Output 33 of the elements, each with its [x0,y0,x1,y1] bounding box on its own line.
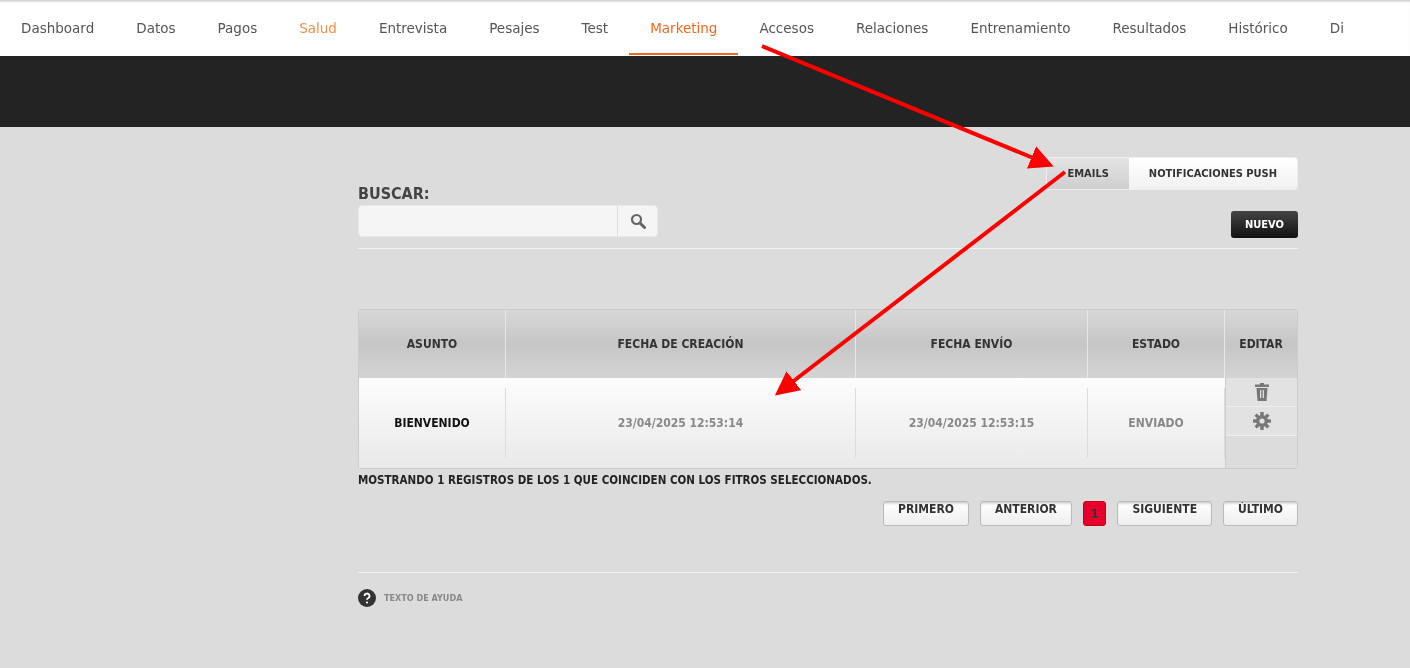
nav-tab[interactable]: Entrevista [357,0,469,55]
nav-tab[interactable]: Histórico [1207,0,1309,55]
pagination-button[interactable]: SIGUIENTE [1117,501,1213,526]
gear-icon [1252,412,1271,430]
nav-tab[interactable]: Di [1308,0,1365,55]
table-cell: 23/04/2025 12:53:14 [506,388,856,458]
help-icon [358,589,376,607]
nav-tab[interactable]: Entrenamiento [949,0,1092,55]
search-label: BUSCAR: [358,184,431,203]
channel-tab[interactable]: NOTIFICACIONES PUSH [1128,158,1297,189]
table-cell: 23/04/2025 12:53:15 [856,388,1088,458]
nav-tab[interactable]: Accesos [738,0,835,55]
help-text: TEXTO DE AYUDA [384,593,463,603]
delete-button[interactable] [1226,378,1297,407]
results-summary: MOSTRANDO 1 REGISTROS DE LOS 1 QUE COINCIDEN CON LOS FITROS SELECCIONADOS. [358,473,873,487]
channel-tab[interactable]: EMAILS [1047,158,1129,189]
new-button[interactable]: NUEVO [1231,211,1298,238]
nav-tab[interactable]: Pagos [196,0,279,55]
table-cell: BIENVENIDO [359,388,506,458]
search-icon [629,213,646,229]
nav-tab[interactable]: Resultados [1091,0,1208,55]
nav-tab[interactable]: Pesajes [468,0,561,55]
column-header: EDITAR [1238,336,1284,353]
trash-icon [1253,383,1270,401]
nav-tab[interactable]: Relaciones [834,0,950,55]
pagination-button[interactable]: ANTERIOR [979,501,1072,526]
nav-tab[interactable]: Datos [115,0,197,55]
pagination-button[interactable]: ÚLTIMO [1223,501,1298,526]
settings-button[interactable] [1226,407,1297,436]
pagination-button[interactable]: PRIMERO [883,501,969,526]
search-field[interactable] [358,205,658,237]
nav-tab[interactable]: Test [560,0,630,55]
nav-tab[interactable]: Dashboard [0,0,116,55]
